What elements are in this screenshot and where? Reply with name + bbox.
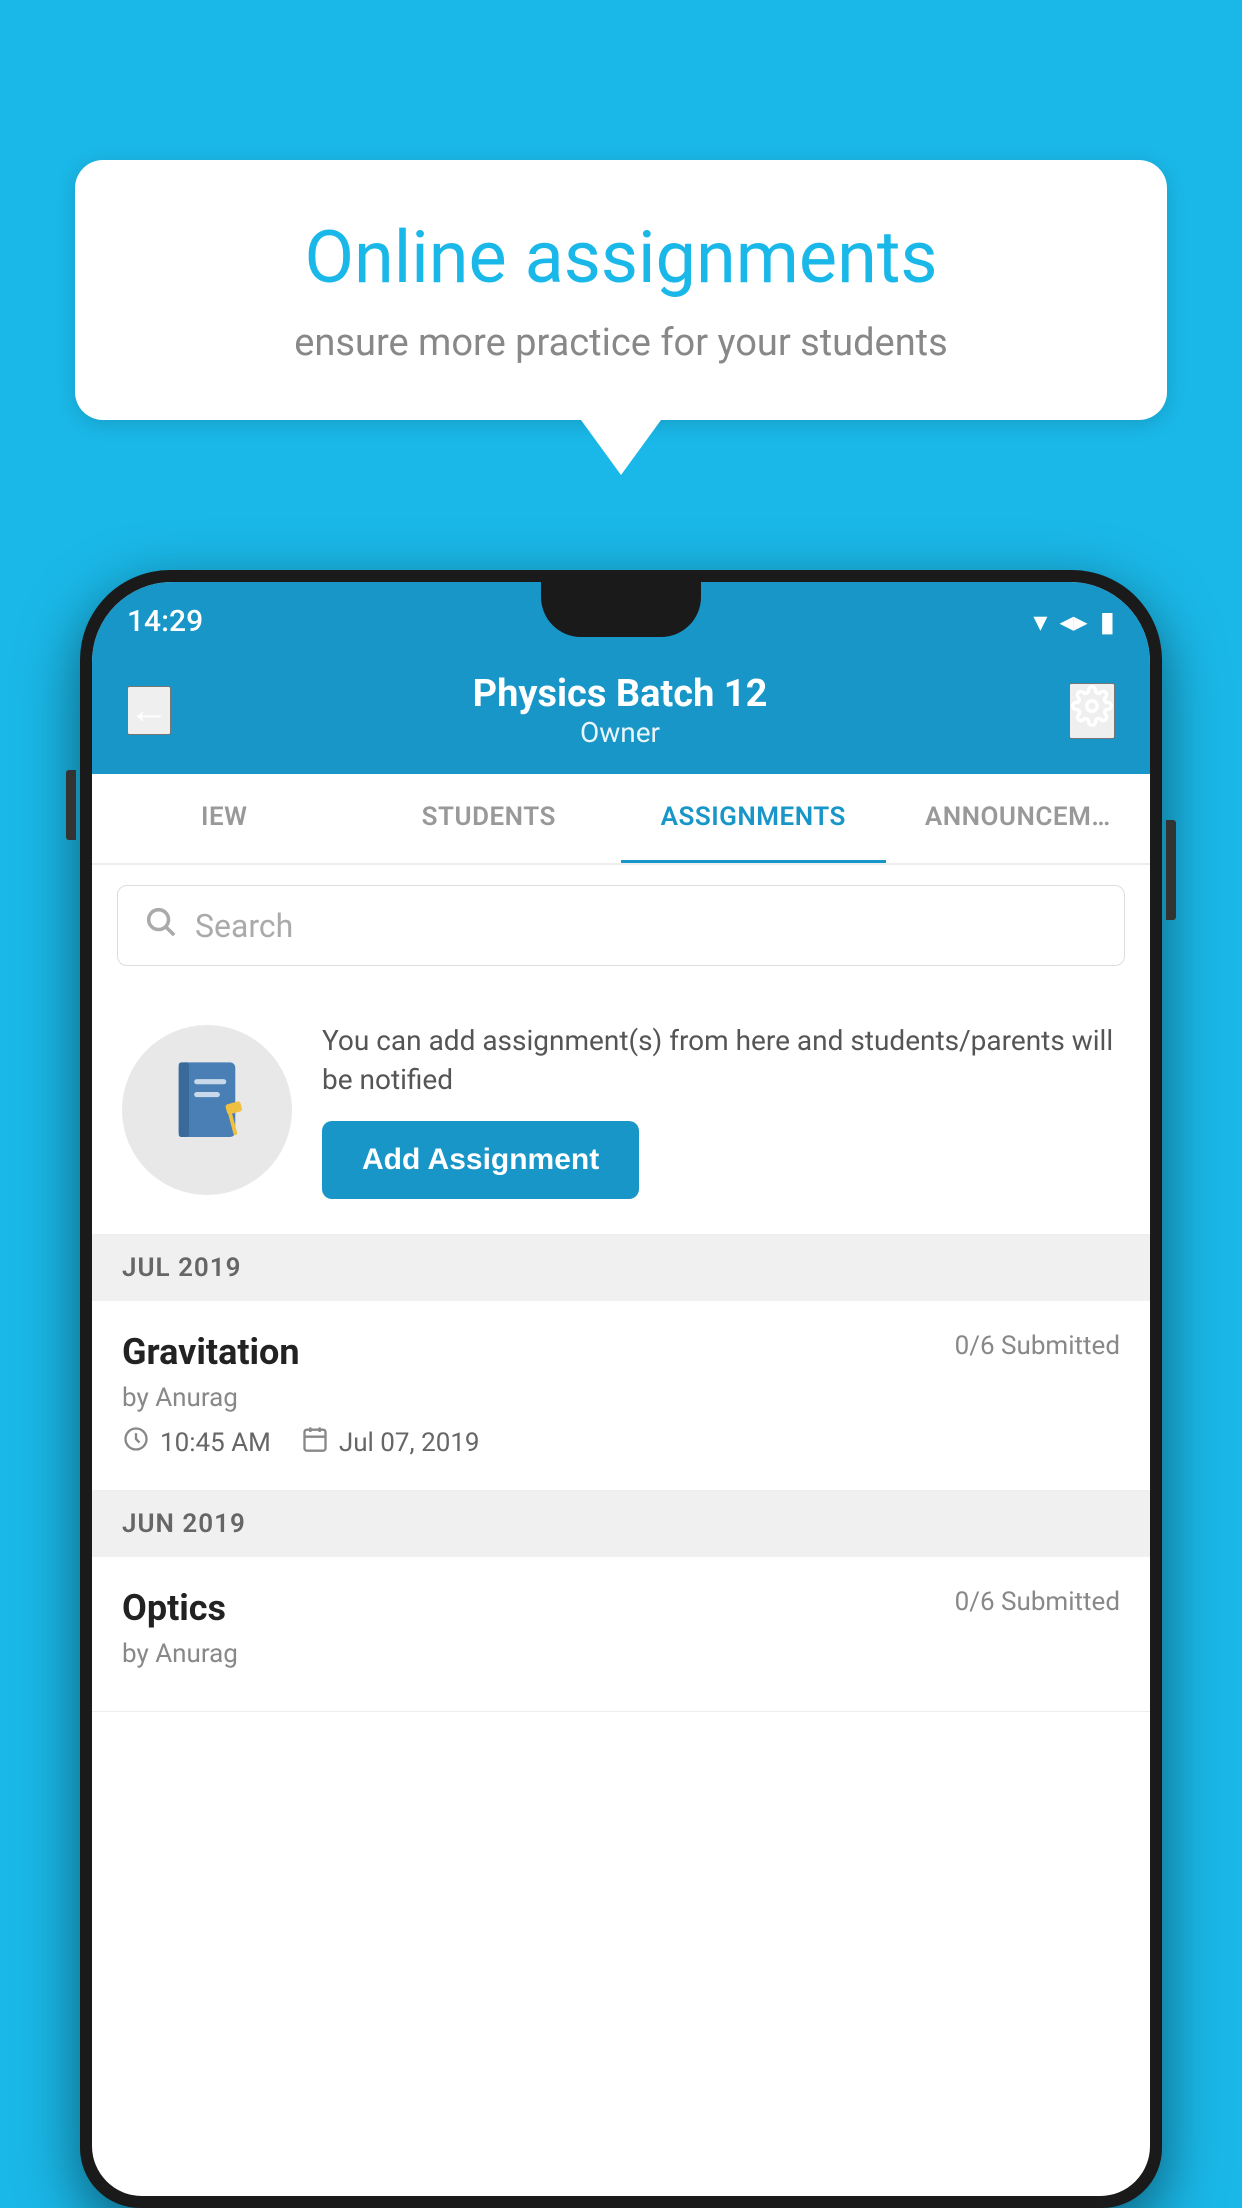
tab-assignments[interactable]: ASSIGNMENTS (621, 774, 886, 863)
assignment-meta-gravitation: 10:45 AM Jul 07, 2019 (122, 1425, 1120, 1460)
assignment-name-optics: Optics (122, 1587, 226, 1629)
app-header-subtitle: Owner (171, 716, 1069, 749)
tab-iew[interactable]: IEW (92, 774, 357, 863)
assignment-item-optics[interactable]: Optics 0/6 Submitted by Anurag (92, 1557, 1150, 1712)
status-time: 14:29 (127, 604, 203, 639)
phone-volume-button (66, 770, 76, 840)
search-bar[interactable]: Search (117, 885, 1125, 966)
speech-bubble-arrow (581, 420, 661, 475)
battery-icon: ▮ (1100, 605, 1115, 638)
assignment-item-gravitation[interactable]: Gravitation 0/6 Submitted by Anurag 10:4… (92, 1301, 1150, 1491)
bubble-subtitle: ensure more practice for your students (145, 321, 1097, 365)
tab-announcements[interactable]: ANNOUNCEM… (886, 774, 1151, 863)
section-header-jun: JUN 2019 (92, 1491, 1150, 1557)
phone-screen: 14:29 ▾ ◂▸ ▮ ← Physics Batch 12 Owner (92, 582, 1150, 2196)
bubble-title: Online assignments (145, 215, 1097, 301)
assignment-date-text: Jul 07, 2019 (339, 1428, 480, 1458)
search-icon (143, 904, 177, 947)
assignment-author-optics: by Anurag (122, 1639, 1120, 1669)
assignment-author-gravitation: by Anurag (122, 1383, 1120, 1413)
assignment-time-gravitation: 10:45 AM (122, 1425, 271, 1460)
assignment-name-gravitation: Gravitation (122, 1331, 300, 1373)
assignment-time-text: 10:45 AM (160, 1428, 271, 1458)
app-header: ← Physics Batch 12 Owner (92, 652, 1150, 774)
tab-students[interactable]: STUDENTS (357, 774, 622, 863)
search-placeholder: Search (195, 907, 293, 945)
clock-icon (122, 1425, 150, 1460)
gear-icon (1071, 685, 1113, 727)
back-button[interactable]: ← (127, 686, 171, 735)
info-text-block: You can add assignment(s) from here and … (322, 1021, 1120, 1199)
phone-frame: 14:29 ▾ ◂▸ ▮ ← Physics Batch 12 Owner (80, 570, 1162, 2208)
info-card: You can add assignment(s) from here and … (92, 986, 1150, 1235)
assignment-row-top: Gravitation 0/6 Submitted (122, 1331, 1120, 1373)
header-center: Physics Batch 12 Owner (171, 672, 1069, 749)
phone-notch (541, 582, 701, 637)
speech-bubble-card: Online assignments ensure more practice … (75, 160, 1167, 420)
settings-button[interactable] (1069, 683, 1115, 739)
search-container: Search (92, 865, 1150, 986)
calendar-icon (301, 1425, 329, 1460)
app-header-title: Physics Batch 12 (171, 672, 1069, 716)
status-icons: ▾ ◂▸ ▮ (1033, 605, 1115, 638)
add-assignment-button[interactable]: Add Assignment (322, 1121, 639, 1199)
assignment-date-gravitation: Jul 07, 2019 (301, 1425, 480, 1460)
wifi-icon: ▾ (1033, 605, 1047, 638)
info-description: You can add assignment(s) from here and … (322, 1021, 1120, 1099)
assignment-submitted-gravitation: 0/6 Submitted (955, 1331, 1120, 1361)
tabs-container: IEW STUDENTS ASSIGNMENTS ANNOUNCEM… (92, 774, 1150, 865)
notebook-icon (167, 1056, 247, 1164)
section-header-jul: JUL 2019 (92, 1235, 1150, 1301)
phone-power-button (1166, 820, 1176, 920)
signal-icon: ◂▸ (1059, 605, 1087, 638)
speech-bubble-section: Online assignments ensure more practice … (75, 160, 1167, 475)
assignment-optics-row-top: Optics 0/6 Submitted (122, 1587, 1120, 1629)
assignment-icon-circle (122, 1025, 292, 1195)
assignment-submitted-optics: 0/6 Submitted (955, 1587, 1120, 1617)
